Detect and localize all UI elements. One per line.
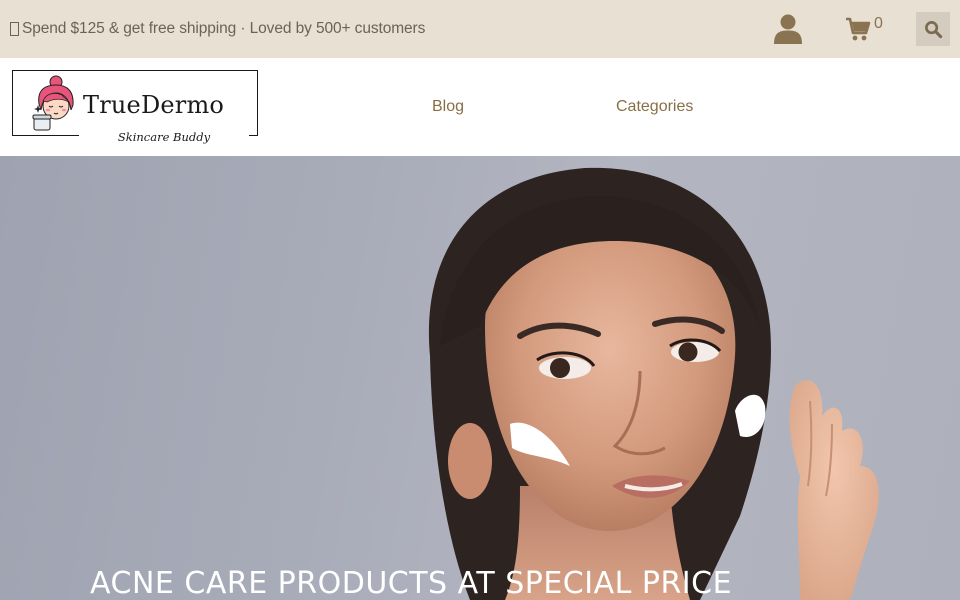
hero-image <box>428 167 879 600</box>
nav-link-blog[interactable]: Blog <box>432 98 464 116</box>
search-icon <box>924 20 942 38</box>
nav-link-categories[interactable]: Categories <box>616 98 693 116</box>
brand-tagline: Skincare Buddy <box>113 130 215 144</box>
logo-mascot-icon <box>32 75 74 131</box>
account-icon[interactable] <box>774 14 802 44</box>
brand-name: TrueDermo <box>83 91 225 119</box>
cart-icon <box>846 17 871 41</box>
promo-glyph-icon <box>10 22 19 36</box>
brand-logo[interactable]: TrueDermo Skincare Buddy <box>12 70 258 147</box>
cart-button[interactable]: 0 <box>845 15 883 42</box>
promo-banner: Spend $125 & get free shipping · Loved b… <box>10 20 425 38</box>
cart-count-badge: 0 <box>874 15 883 32</box>
top-promo-bar: Spend $125 & get free shipping · Loved b… <box>0 0 960 58</box>
hero-banner: ACNE CARE PRODUCTS AT SPECIAL PRICE <box>0 156 960 600</box>
site-header: TrueDermo Skincare Buddy Blog Categories <box>0 58 960 156</box>
search-button[interactable] <box>916 12 950 46</box>
hero-headline: ACNE CARE PRODUCTS AT SPECIAL PRICE <box>90 566 733 600</box>
brand-tagline-wrap: Skincare Buddy <box>79 127 249 147</box>
promo-text: Spend $125 & get free shipping · Loved b… <box>22 20 426 37</box>
